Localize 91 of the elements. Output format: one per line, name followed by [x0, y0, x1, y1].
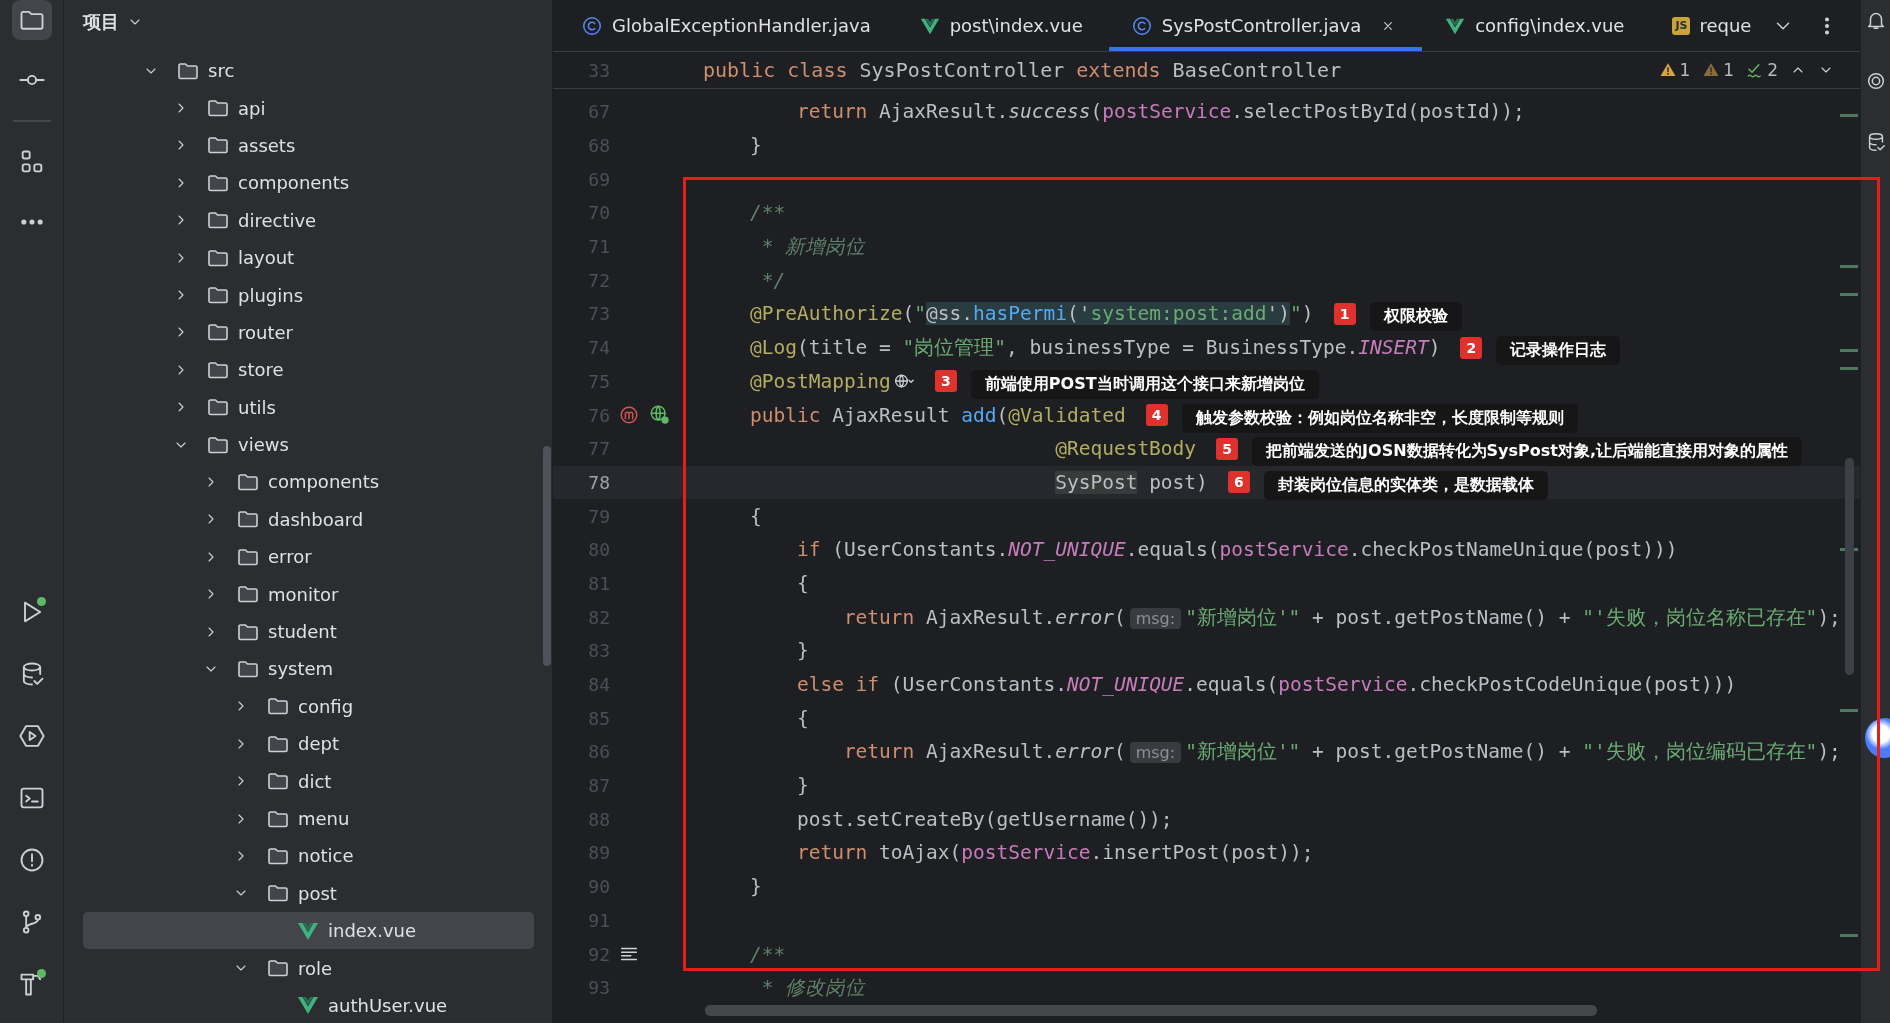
code-line: post.setCreateBy(getUsername()); — [795, 807, 1173, 831]
warning-icon — [1702, 61, 1721, 79]
number-badge: 5 — [1216, 437, 1239, 460]
code-line: } — [795, 774, 809, 798]
code-line: @Log(title = "岗位管理", businessType = BusinessType.INSERT) — [748, 335, 1441, 362]
tree-item[interactable]: router — [83, 313, 534, 352]
callout-note: 把前端发送的JOSN数据转化为SysPost对象,让后端能直接用对象的属性 — [1252, 437, 1802, 467]
typo-count[interactable]: 2 — [1746, 60, 1778, 80]
editor-tab[interactable]: GlobalExceptionHandler.java — [559, 0, 897, 51]
weak-warning-count[interactable]: 1 — [1702, 60, 1735, 80]
scrollbar[interactable] — [543, 446, 551, 666]
tree-item[interactable]: dept — [83, 725, 534, 763]
globe-icon[interactable] — [649, 404, 671, 427]
callout-note: 前端使用POST当时调用这个接口来新增岗位 — [970, 369, 1319, 399]
tree-item[interactable]: store — [83, 351, 534, 389]
number-badge: 4 — [1145, 404, 1168, 427]
change-marker — [1840, 293, 1858, 296]
code-line: } — [748, 875, 762, 899]
warning-count[interactable]: 1 — [1658, 60, 1691, 80]
tree-item[interactable]: utils — [83, 388, 534, 426]
code-line: if (UserConstants.NOT_UNIQUE.equals(postService.checkPostNameUnique(post))) — [795, 538, 1678, 562]
editor-tab[interactable]: config\index.vue — [1422, 0, 1651, 51]
tree-item[interactable]: api — [83, 89, 534, 127]
tree-item[interactable]: layout — [83, 238, 534, 277]
change-marker — [1840, 709, 1858, 712]
code-line: return toAjax(postService.insertPost(post)); — [795, 841, 1314, 865]
tree-item[interactable]: assets — [83, 126, 534, 165]
code-line: public AjaxResult add(@Validated — [748, 403, 1126, 427]
line-number: 78 — [587, 471, 610, 493]
tree-item[interactable]: components — [83, 463, 534, 501]
editor-tab[interactable]: JS reque — [1650, 0, 1752, 51]
tree-item[interactable]: dict — [83, 762, 534, 800]
tree-item[interactable]: src — [83, 52, 534, 90]
number-badge: 3 — [934, 370, 957, 393]
editor-tab[interactable]: SysPostController.java — [1108, 0, 1423, 51]
tree-item[interactable]: system — [83, 650, 534, 688]
change-marker — [1840, 934, 1858, 937]
tree-item[interactable]: student — [83, 612, 534, 651]
code-line: @PostMapping — [748, 369, 891, 393]
tree-item[interactable]: menu — [83, 799, 534, 838]
tree-item[interactable]: index.vue — [83, 912, 534, 950]
change-marker — [1840, 114, 1858, 117]
tree-item[interactable]: error — [83, 538, 534, 576]
number-badge: 1 — [1333, 302, 1356, 325]
change-marker — [1840, 349, 1858, 352]
code-line: /** — [748, 942, 786, 966]
scrollbar[interactable] — [705, 1005, 1597, 1016]
code-line: @RequestBody — [1054, 437, 1197, 461]
code-line: { — [795, 571, 809, 595]
code-line: } — [748, 134, 762, 158]
callout-note: 封装岗位信息的实体类，是数据载体 — [1263, 470, 1548, 500]
code-line: { — [795, 706, 809, 730]
code-line: /** — [748, 201, 786, 225]
code-line: return AjaxResult.error( msg: "新增岗位'" + post.getPostName() + "'失败，岗位编码已存在"); — [842, 739, 1841, 766]
tool-window-button[interactable] — [11, 0, 52, 40]
js-file-icon: JS — [1672, 16, 1691, 35]
services-icon[interactable] — [17, 722, 46, 750]
code-line: @PreAuthorize("@ss.hasPermi('system:post:add')") — [748, 302, 1314, 326]
callout-note: 权限校验 — [1369, 302, 1462, 332]
code-line: public class SysPostController extends BaseController — [703, 58, 1342, 82]
change-marker — [1840, 265, 1858, 268]
tree-item[interactable]: notice — [83, 837, 534, 875]
scrollbar[interactable] — [1845, 458, 1854, 675]
number-badge: 6 — [1227, 471, 1250, 494]
code-line: return AjaxResult.success(postService.selectPostById(postId)); — [795, 100, 1525, 124]
code-line: * 新增岗位 — [760, 234, 866, 261]
tree-item[interactable]: role — [83, 949, 534, 987]
code-line: else if (UserConstants.NOT_UNIQUE.equals(postService.checkPostCodeUnique(post))) — [795, 673, 1737, 697]
code-line: } — [795, 639, 809, 663]
code-line: { — [748, 504, 762, 528]
change-marker — [1840, 367, 1858, 370]
code-line: */ — [760, 268, 786, 292]
number-badge: 2 — [1460, 336, 1483, 359]
tree-item[interactable]: post — [83, 874, 534, 912]
editor-tab[interactable]: post\index.vue — [896, 0, 1109, 51]
callout-note: 触发参数校验：例如岗位名称非空，长度限制等规则 — [1181, 403, 1578, 433]
tree-item[interactable]: directive — [83, 201, 534, 239]
code-line: return AjaxResult.error( msg: "新增岗位'" + post.getPostName() + "'失败，岗位名称已存在"); — [842, 604, 1841, 631]
callout-note: 记录操作日志 — [1496, 336, 1621, 366]
class-icon — [581, 14, 603, 37]
tree-item[interactable]: authUser.vue — [83, 986, 534, 1023]
tree-item[interactable]: views — [83, 425, 534, 464]
tree-item[interactable]: dashboard — [83, 500, 534, 539]
panel-title[interactable]: 项目 — [83, 10, 119, 34]
tree-item[interactable]: monitor — [83, 575, 534, 613]
tree-item[interactable]: config — [83, 687, 534, 726]
code-line: * 修改岗位 — [760, 975, 866, 1002]
tree-item[interactable]: components — [83, 164, 534, 202]
tree-item[interactable]: plugins — [83, 276, 534, 314]
class-icon — [1130, 14, 1153, 37]
warning-icon — [1658, 61, 1677, 79]
